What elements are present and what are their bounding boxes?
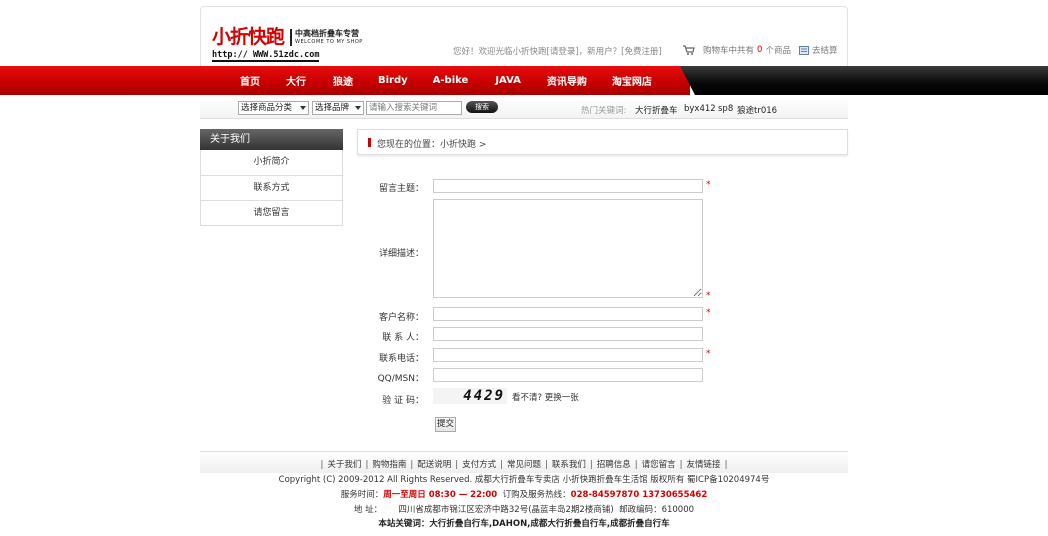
footer-link[interactable]: 招聘信息 [597,460,631,470]
hotline-label: 订购及服务热线： [502,490,571,500]
cart-summary: 购物车中共有 0 个商品 去结算 [683,44,837,56]
hot-keywords-label: 热门关键词: [581,106,627,116]
qq-label: QQ/MSN： [377,374,424,384]
search-button-label: 搜索 [475,103,489,111]
sidebar-item-intro[interactable]: 小折简介 [201,150,342,175]
contact-input[interactable] [433,327,703,341]
footer-link[interactable]: 购物指南 [372,460,406,470]
logo-slogan: 中高档折叠车专营 [295,29,359,38]
welcome-text: 您好！欢迎光临小折快跑 [453,47,547,57]
nav-item-dahon[interactable]: 大行 [286,73,306,88]
shopping-cart-icon[interactable] [683,45,695,55]
postcode-value: 610000 [661,505,695,515]
footer-link[interactable]: 联系我们 [552,460,586,470]
chevron-down-icon [355,106,361,110]
nav-items: 首页 大行 狼途 Birdy A-bike JAVA 资讯导购 淘宝网店 [230,66,652,95]
footer-link[interactable]: 请您留言 [642,460,676,470]
subject-input[interactable] [433,179,703,193]
subject-label: 留言主题： [378,184,424,194]
main-nav: 首页 大行 狼途 Birdy A-bike JAVA 资讯导购 淘宝网店 [0,66,1048,95]
captcha-refresh-link[interactable]: 看不清? 更换一张 [512,391,579,403]
nav-item-taobao[interactable]: 淘宝网店 [612,73,652,88]
checkout-link[interactable]: 去结算 [812,44,838,56]
logo-title: 小折快跑 [212,26,285,48]
footer-link[interactable]: 关于我们 [327,460,361,470]
contact-label: 联 系 人： [382,333,424,343]
footer-address: 地 址： 四川省成都市锦江区宏济中路32号(晶蓝丰岛2期2楼商铺) 邮政编码：6… [200,503,848,515]
cart-suffix: 个商品 [765,46,791,56]
search-input[interactable] [366,101,462,115]
address-value: 四川省成都市锦江区宏济中路32号(晶蓝丰岛2期2楼商铺) [398,505,614,515]
footer-links: | 关于我们 | 购物指南 | 配送说明 | 支付方式 | 常见问题 | 联系我们 | 招聘信息 | 请您留言… [200,451,848,473]
hotline-value: 028-84597870 13730655462 [570,490,708,500]
site-logo[interactable]: 小折快跑 中高档折叠车专营 WELCOME TO MY SHOP http://… [212,26,362,62]
welcome-bar: 您好！欢迎光临小折快跑[请登录]，新用户？[免费注册] [453,45,662,57]
hot-keyword[interactable]: 大行折叠车 [635,104,678,116]
customer-input[interactable] [433,307,703,321]
nav-black-band [680,66,1048,95]
chevron-down-icon [300,106,306,110]
footer-link[interactable]: 支付方式 [462,460,496,470]
breadcrumb: 您现在的位置：小折快跑 > [357,129,848,155]
brand-select[interactable]: 选择品牌 [312,101,364,115]
register-link[interactable]: [免费注册] [621,47,662,57]
customer-label: 客户名称： [378,313,424,323]
cart-count: 0 [757,45,763,55]
hot-keyword[interactable]: byx412 [684,104,716,114]
required-mark: * [706,308,711,318]
brand-select-value: 选择品牌 [315,103,350,113]
hot-keyword[interactable]: 狼途tr016 [737,104,777,116]
logo-url: http:// WWW.51zdc.com [212,50,320,62]
required-mark: * [706,291,711,301]
nav-item-birdy[interactable]: Birdy [378,75,408,86]
category-select-value: 选择商品分类 [241,103,293,113]
captcha-label: 验 证 码： [382,396,424,406]
login-link[interactable]: [请登录] [547,47,579,57]
nav-item-abike[interactable]: A-bike [433,75,469,86]
footer-keywords: 本站关键词：大行折叠自行车,DAHON,成都大行折叠自行车,成都折叠自行车 [200,517,848,529]
search-button[interactable]: 搜索 [466,101,498,113]
breadcrumb-text: 您现在的位置：小折快跑 > [377,140,487,150]
required-mark: * [706,180,711,190]
qq-input[interactable] [433,368,703,382]
sidebar-title: 关于我们 [200,129,343,150]
required-mark: * [706,349,711,359]
sidebar-menu: 小折简介 联系方式 请您留言 [200,150,343,226]
footer-service: 服务时间：周一至周日 08:30 — 22:00 订购及服务热线：028-845… [200,488,848,500]
hours-value: 周一至周日 08:30 — 22:00 [383,490,498,500]
phone-label: 联系电话： [378,354,424,364]
cart-prefix: 购物车中共有 [703,46,755,56]
keywords-label: 本站关键词： [378,519,430,529]
nav-item-home[interactable]: 首页 [240,73,260,88]
submit-button[interactable]: 提交 [435,417,456,432]
postcode-label: 邮政编码： [619,505,662,515]
category-select[interactable]: 选择商品分类 [238,101,309,115]
new-user-text: ，新用户？ [578,47,622,57]
keywords-value: 大行折叠自行车,DAHON,成都大行折叠自行车,成都折叠自行车 [429,519,670,529]
detail-textarea[interactable] [433,199,703,298]
address-label: 地 址： [353,505,383,515]
breadcrumb-marker [368,138,371,147]
footer-copyright: Copyright (C) 2009-2012 All Rights Reser… [278,475,770,485]
sidebar-item-message[interactable]: 请您留言 [201,200,342,225]
captcha-image: 4429 [433,388,507,404]
footer-link[interactable]: 配送说明 [417,460,451,470]
footer-link[interactable]: 友情链接 [687,460,721,470]
hours-label: 服务时间： [340,490,384,500]
checkout-icon[interactable] [798,45,809,55]
nav-item-langtu[interactable]: 狼途 [333,73,353,88]
hot-keyword[interactable]: sp8 [718,104,733,114]
nav-item-java[interactable]: JAVA [495,75,521,86]
sidebar-item-contact[interactable]: 联系方式 [201,175,342,200]
detail-label: 详细描述： [378,249,424,259]
logo-tagline: WELCOME TO MY SHOP [295,39,363,45]
page: 小折快跑 中高档折叠车专营 WELCOME TO MY SHOP http://… [0,0,1048,536]
logo-side: 中高档折叠车专营 WELCOME TO MY SHOP [290,29,363,46]
footer-link[interactable]: 常见问题 [507,460,541,470]
phone-input[interactable] [433,348,703,362]
nav-item-news[interactable]: 资讯导购 [547,73,587,88]
